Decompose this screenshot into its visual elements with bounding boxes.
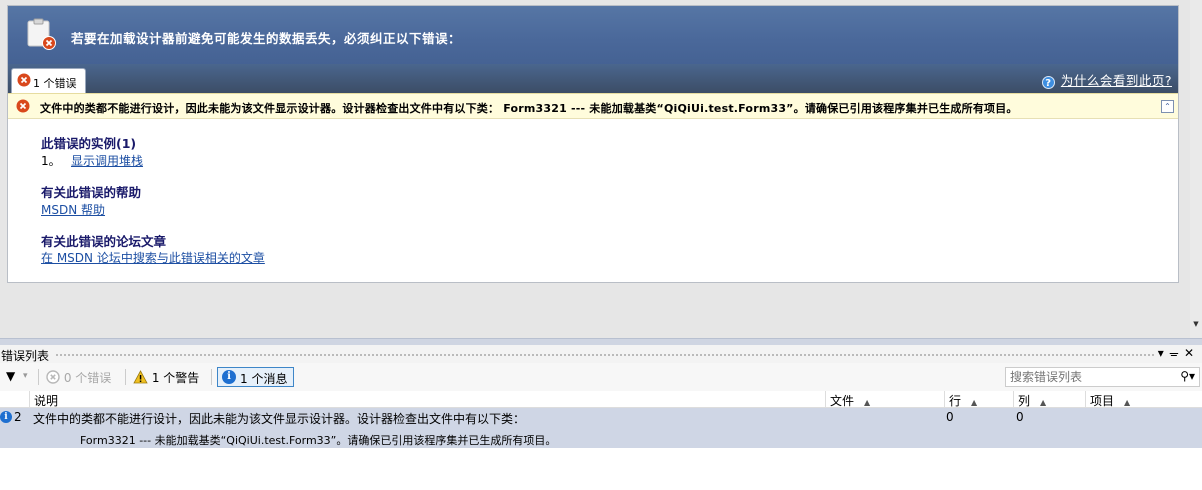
scroll-down-arrow-icon[interactable]: ▼: [1192, 320, 1200, 328]
show-call-stack-link[interactable]: 显示调用堆栈: [71, 152, 143, 169]
collapse-button[interactable]: ⌃: [1161, 100, 1174, 113]
sort-up-icon: ▲: [971, 398, 978, 407]
row-index: 2: [14, 410, 22, 424]
column-line[interactable]: 行 ▲: [945, 392, 977, 408]
forum-heading: 有关此错误的论坛文章: [41, 234, 167, 249]
why-see-page-label: 为什么会看到此页?: [1060, 73, 1172, 88]
column-column-label: 列: [1018, 394, 1031, 408]
error-icon: [16, 99, 30, 113]
row-column: 0: [1016, 410, 1024, 424]
error-page-panel: 若要在加载设计器前避免可能发生的数据丢失，必须纠正以下错误： 1 个错误 ? 为什…: [7, 5, 1179, 283]
errors-filter-button[interactable]: 0 个错误: [46, 367, 111, 387]
error-list-toolbar: ▼ ▾ 0 个错误 1 个警告 i 1 个消息 ⚲▾: [0, 363, 1202, 391]
why-see-page-link[interactable]: ? 为什么会看到此页?: [1041, 70, 1172, 89]
column-line-label: 行: [949, 394, 962, 408]
row-description-line1: 文件中的类都不能进行设计，因此未能为该文件显示设计器。设计器检查出文件中有以下类…: [33, 412, 526, 426]
column-file-label: 文件: [830, 394, 855, 408]
page-title: 若要在加载设计器前避免可能发生的数据丢失，必须纠正以下错误：: [71, 31, 462, 46]
sort-up-icon: ▲: [864, 398, 871, 407]
table-row[interactable]: i 2 文件中的类都不能进行设计，因此未能为该文件显示设计器。设计器检查出文件中…: [0, 408, 1202, 448]
help-heading: 有关此错误的帮助: [41, 185, 142, 200]
column-file[interactable]: 文件 ▲: [826, 392, 870, 408]
error-list-header: 说明 文件 ▲ 行 ▲ 列 ▲ 项目 ▲: [0, 391, 1202, 408]
window-buttons: ▾ᚚ✕: [1158, 346, 1200, 360]
warning-icon: [133, 370, 148, 384]
msdn-help-link[interactable]: MSDN 帮助: [41, 201, 105, 218]
dropdown-icon[interactable]: ▾: [1158, 346, 1170, 360]
error-list-window: 错误列表 ▾ᚚ✕ ▼ ▾ 0 个错误 1 个警告 i 1 个消息 ⚲▾ 说明 文…: [0, 345, 1202, 490]
error-header: 若要在加载设计器前避免可能发生的数据丢失，必须纠正以下错误： 1 个错误 ? 为什…: [8, 6, 1178, 93]
help-icon: ?: [1041, 76, 1055, 89]
row-line: 0: [946, 410, 954, 424]
warnings-filter-label: 1 个警告: [151, 371, 200, 385]
error-icon: [17, 73, 31, 87]
filter-dropdown-icon[interactable]: ▾: [23, 367, 28, 387]
tab-errors[interactable]: 1 个错误: [11, 68, 86, 93]
column-description[interactable]: 说明: [30, 392, 58, 408]
error-message-bar: 文件中的类都不能进行设计，因此未能为该文件显示设计器。设计器检查出文件中有以下类…: [8, 93, 1178, 119]
info-icon: i: [0, 411, 12, 423]
info-icon: i: [222, 370, 236, 384]
error-list-empty-area: [0, 448, 1202, 490]
column-column[interactable]: 列 ▲: [1014, 392, 1046, 408]
instance-index: 1。: [41, 154, 61, 168]
row-description-line2: Form3321 --- 未能加载基类“QiQiUi.test.Form33”。…: [80, 434, 557, 447]
search-input[interactable]: [1006, 368, 1171, 386]
instances-heading: 此错误的实例(1): [41, 136, 137, 151]
toolbar-separator: [38, 369, 39, 385]
titlebar-grip: [55, 353, 1155, 357]
pin-icon[interactable]: ᚚ: [1170, 346, 1184, 360]
clipboard-error-icon: [27, 18, 56, 50]
toolbar-separator: [125, 369, 126, 385]
error-message-text: 文件中的类都不能进行设计，因此未能为该文件显示设计器。设计器检查出文件中有以下类…: [40, 102, 1018, 115]
messages-filter-button[interactable]: i 1 个消息: [217, 367, 295, 387]
pane-splitter[interactable]: [0, 338, 1202, 345]
vertical-scrollbar[interactable]: ▼: [1190, 0, 1202, 338]
tab-errors-label: 1 个错误: [33, 77, 77, 90]
error-list-title: 错误列表: [1, 349, 50, 363]
messages-filter-label: 1 个消息: [240, 372, 288, 386]
sort-up-icon: ▲: [1040, 398, 1047, 407]
error-list-titlebar: 错误列表 ▾ᚚ✕: [0, 345, 1202, 363]
column-project[interactable]: 项目 ▲: [1086, 392, 1130, 408]
designer-surface: 若要在加载设计器前避免可能发生的数据丢失，必须纠正以下错误： 1 个错误 ? 为什…: [0, 0, 1190, 338]
column-project-label: 项目: [1090, 394, 1115, 408]
toolbar-separator: [211, 369, 212, 385]
filter-icon[interactable]: ▼: [6, 367, 15, 387]
sort-up-icon: ▲: [1124, 398, 1131, 407]
close-icon[interactable]: ✕: [1184, 346, 1200, 360]
error-icon: [46, 370, 60, 384]
search-icon[interactable]: ⚲▾: [1180, 369, 1195, 383]
warnings-filter-button[interactable]: 1 个警告: [133, 367, 199, 387]
error-list-search[interactable]: ⚲▾: [1005, 367, 1200, 387]
msdn-forum-search-link[interactable]: 在 MSDN 论坛中搜索与此错误相关的文章: [41, 249, 265, 266]
errors-filter-label: 0 个错误: [63, 371, 112, 385]
header-tab-strip: [8, 64, 1178, 93]
